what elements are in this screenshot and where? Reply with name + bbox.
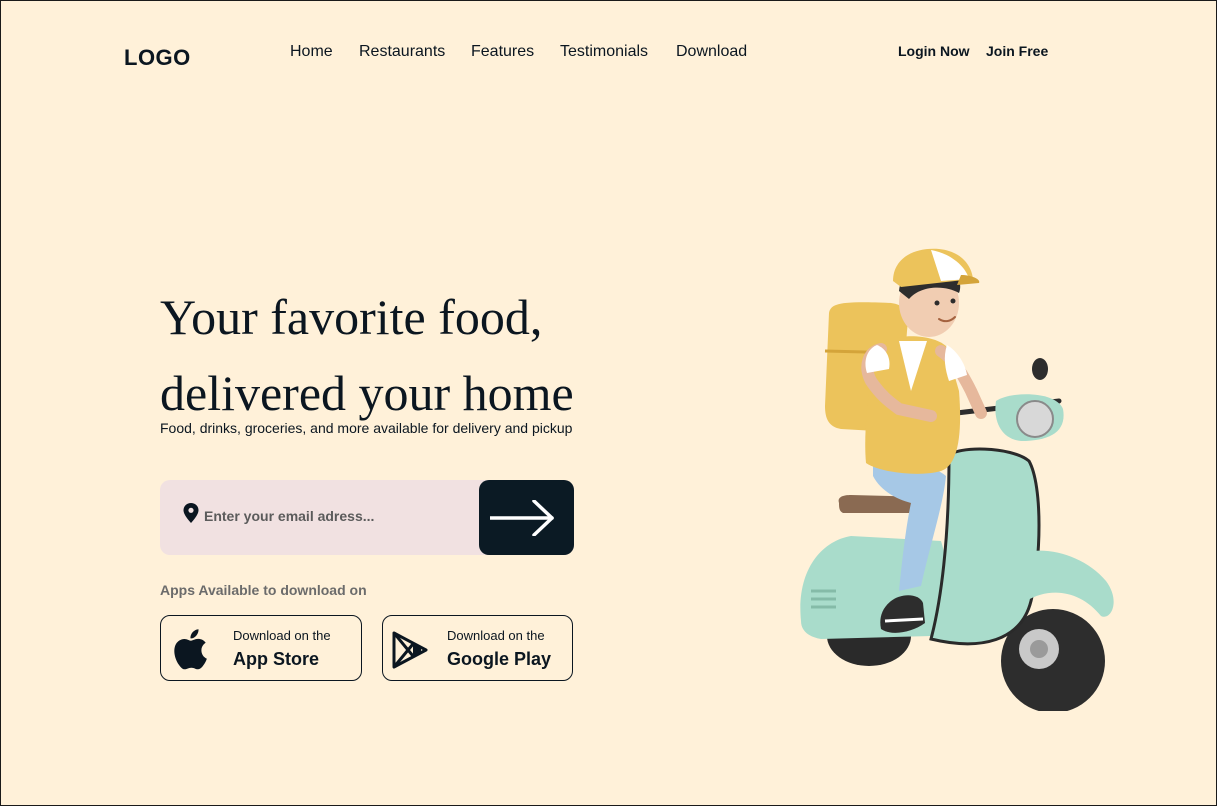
google-play-small-label: Download on the xyxy=(447,628,545,643)
email-input[interactable] xyxy=(204,502,474,530)
location-pin-icon xyxy=(183,503,199,523)
nav-download[interactable]: Download xyxy=(676,43,747,61)
nav-restaurants[interactable]: Restaurants xyxy=(359,43,445,61)
submit-button[interactable] xyxy=(479,480,574,555)
arrow-right-icon xyxy=(490,500,554,536)
join-link[interactable]: Join Free xyxy=(986,43,1048,59)
google-play-button[interactable]: Download on the Google Play xyxy=(382,615,573,681)
page: LOGO Home Restaurants Features Testimoni… xyxy=(0,0,1217,806)
app-store-button[interactable]: Download on the App Store xyxy=(160,615,362,681)
google-play-big-label: Google Play xyxy=(447,649,552,669)
hero-title-line-1: Your favorite food, xyxy=(160,289,543,345)
apps-available-label: Apps Available to download on xyxy=(160,582,367,598)
login-link[interactable]: Login Now xyxy=(898,43,970,59)
hero-title-line-2: delivered your home xyxy=(160,365,574,421)
nav-features[interactable]: Features xyxy=(471,43,534,61)
delivery-scooter-illustration xyxy=(800,248,1114,711)
apple-icon xyxy=(174,629,207,670)
hero-subtitle: Food, drinks, groceries, and more availa… xyxy=(160,420,573,436)
app-store-small-label: Download on the xyxy=(233,628,331,643)
app-store-big-label: App Store xyxy=(233,649,320,669)
nav-testimonials[interactable]: Testimonials xyxy=(560,43,648,61)
email-search-bar xyxy=(160,480,574,555)
play-icon xyxy=(392,631,428,669)
hero-title: Your favorite food, delivered your home xyxy=(160,279,700,431)
nav-home[interactable]: Home xyxy=(290,43,333,61)
logo[interactable]: LOGO xyxy=(124,45,191,71)
